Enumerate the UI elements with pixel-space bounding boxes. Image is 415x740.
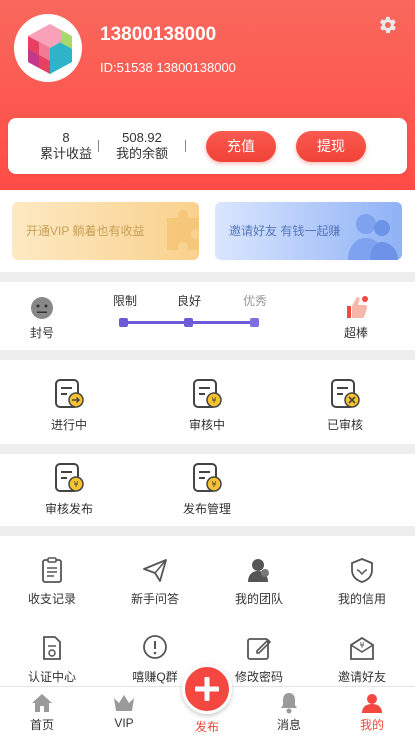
order-reviewed[interactable]: 已审核 (305, 378, 385, 433)
nav-messages[interactable]: 消息 (259, 691, 319, 733)
tool-team[interactable]: 我的团队 (219, 556, 299, 607)
tool-invite-label: 邀请好友 (337, 670, 386, 684)
nav-home[interactable]: 首页 (12, 691, 72, 733)
credit-ban-label: 封号 (29, 326, 54, 340)
doc-close-icon (331, 379, 360, 408)
nav-mine-label: 我的 (359, 718, 384, 732)
nav-vip[interactable]: VIP (94, 691, 154, 730)
tool-team-label: 我的团队 (234, 592, 283, 606)
doc-coin-icon: ¥ (193, 463, 222, 492)
tool-qq-group-label: 嘻赚Q群 (132, 670, 178, 684)
recharge-button[interactable]: 充值 (206, 131, 276, 162)
tool-verification[interactable]: 认证中心 (12, 634, 92, 685)
neutral-face-icon (31, 297, 53, 319)
avatar[interactable] (14, 14, 82, 82)
total-income-stat: 8 累计收益 (26, 130, 106, 162)
alert-bubble-icon (143, 635, 167, 659)
credit-slider-node (119, 318, 128, 327)
tool-faq[interactable]: 新手问答 (115, 556, 195, 607)
vip-banner[interactable]: 开通VIP 躺着也有收益 (12, 202, 199, 260)
invite-banner[interactable]: 邀请好友 有钱一起赚 (215, 202, 402, 260)
balance-value: 508.92 (122, 130, 162, 145)
tool-invite[interactable]: ¥ 邀请好友 (322, 634, 402, 685)
publish-plus-button[interactable] (182, 664, 232, 714)
svg-text:¥: ¥ (73, 480, 78, 489)
nav-publish-label: 发布 (194, 720, 219, 734)
document-icon (43, 636, 61, 660)
envelope-money-icon: ¥ (350, 636, 374, 660)
credit-awesome-label: 超棒 (343, 326, 368, 340)
bell-icon (281, 693, 297, 714)
balance-label: 我的余额 (115, 146, 168, 161)
nav-messages-label: 消息 (276, 718, 301, 732)
clipboard-icon (42, 557, 62, 583)
shield-icon (351, 558, 373, 583)
credit-section: 封号 限制 良好 优秀 超棒 (0, 282, 415, 350)
publish-management[interactable]: ¥ 发布管理 (167, 462, 247, 517)
order-in-progress-label: 进行中 (50, 418, 87, 432)
total-income-value: 8 (62, 130, 70, 145)
tool-qq-group[interactable]: 嘻赚Q群 (115, 634, 195, 685)
withdraw-button[interactable]: 提现 (296, 131, 366, 162)
tool-change-password[interactable]: 修改密码 (219, 634, 299, 685)
review-publish-label: 审核发布 (44, 502, 93, 516)
tool-transactions-label: 收支记录 (27, 592, 76, 606)
promo-section: 开通VIP 躺着也有收益 邀请好友 有钱一起赚 (0, 190, 415, 272)
vip-banner-text: 开通VIP 躺着也有收益 (26, 224, 145, 238)
publish-row: ¥ 审核发布 ¥ 发布管理 (0, 454, 415, 526)
doc-arrow-icon (55, 379, 84, 408)
total-income-label: 累计收益 (39, 146, 92, 161)
order-reviewing[interactable]: ¥ 审核中 (167, 378, 247, 433)
user-id: ID:51538 13800138000 (100, 60, 236, 75)
divider (98, 140, 99, 152)
divider (185, 140, 186, 152)
svg-text:¥: ¥ (211, 480, 216, 489)
task-status-row: 进行中 ¥ 审核中 已审核 (0, 360, 415, 444)
publish-management-label: 发布管理 (182, 502, 231, 516)
tool-credit-label: 我的信用 (337, 592, 386, 606)
nav-home-label: 首页 (29, 718, 54, 732)
order-in-progress[interactable]: 进行中 (29, 378, 109, 433)
order-reviewing-label: 审核中 (188, 418, 225, 432)
gear-icon[interactable] (376, 14, 398, 36)
tool-verification-label: 认证中心 (27, 670, 76, 684)
nav-vip-label: VIP (114, 716, 134, 730)
friends-icon (348, 214, 398, 260)
tool-credit[interactable]: 我的信用 (322, 556, 402, 607)
edit-icon (247, 638, 272, 660)
svg-text:¥: ¥ (359, 641, 364, 650)
credit-level-good: 良好 (176, 294, 201, 308)
home-icon (32, 694, 52, 712)
crown-icon (114, 695, 134, 711)
doc-coin-icon: ¥ (193, 379, 222, 408)
tool-faq-label: 新手问答 (130, 592, 179, 606)
puzzle-icon (167, 210, 199, 250)
balance-stat: 508.92 我的余额 (102, 130, 182, 162)
plus-icon (195, 677, 219, 701)
nav-publish[interactable]: 发布 (177, 718, 237, 735)
review-publish[interactable]: ¥ 审核发布 (29, 462, 109, 517)
paper-plane-icon (143, 559, 167, 582)
tool-transactions[interactable]: 收支记录 (12, 556, 92, 607)
doc-coin-icon: ¥ (55, 463, 84, 492)
svg-text:¥: ¥ (211, 396, 216, 405)
nav-mine[interactable]: 我的 (342, 691, 402, 733)
order-reviewed-label: 已审核 (326, 418, 363, 432)
team-icon (248, 559, 269, 582)
user-phone: 13800138000 (100, 24, 217, 45)
invite-banner-text: 邀请好友 有钱一起赚 (229, 224, 341, 238)
credit-slider-node (250, 318, 259, 327)
credit-slider-node (184, 318, 193, 327)
thumbs-up-icon (347, 296, 368, 318)
user-icon (362, 694, 382, 713)
credit-level-excellent: 优秀 (242, 294, 267, 308)
stats-card: 8 累计收益 508.92 我的余额 充值 提现 (8, 118, 407, 174)
tool-change-password-label: 修改密码 (234, 670, 283, 684)
credit-level-limited: 限制 (112, 294, 137, 308)
